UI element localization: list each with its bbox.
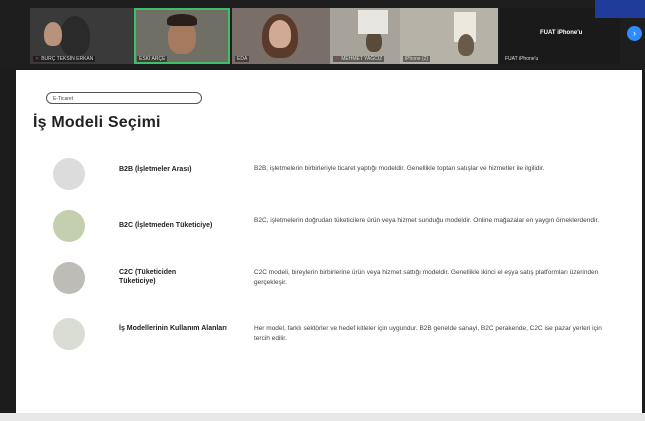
participant-tile-1[interactable]: ✕ BURÇ TEKSİN ERKAN — [30, 8, 134, 64]
list-item: B2C (İşletmeden Tüketiciye) B2C, işletme… — [16, 210, 642, 250]
next-participants-button[interactable]: › — [627, 26, 642, 41]
meeting-window: ✕ BURÇ TEKSİN ERKAN ESKİ ARÇE EDA ✕ MEHMET… — [0, 0, 645, 421]
mic-muted-icon: ✕ — [335, 56, 340, 62]
list-item: B2B (İşletmeler Arası) B2B, işletmelerin… — [16, 158, 642, 198]
page-title: İş Modeli Seçimi — [33, 114, 161, 131]
background-window — [358, 10, 388, 34]
participant-display-name: FUAT iPhone'u — [540, 30, 583, 36]
participant-name: iPhone (2) — [405, 56, 429, 62]
list-item: C2C (Tüketiciden Tüketiciye) C2C modeli,… — [16, 262, 642, 302]
participant-name: BURÇ TEKSİN ERKAN — [41, 56, 94, 62]
item-description: Her model, farklı sektörler ve hedef kit… — [254, 325, 602, 342]
participant-name: EDA — [237, 56, 248, 62]
item-term: İş Modellerinin Kullanım Alanları — [119, 325, 227, 332]
participant-face — [269, 20, 291, 48]
participant-tile-3[interactable]: EDA — [232, 8, 330, 64]
mic-muted-icon: ✕ — [35, 56, 40, 62]
participant-name: FUAT iPhone'u — [505, 56, 539, 62]
participant-name: ESKİ ARÇE — [139, 56, 166, 62]
participant-hair — [167, 14, 197, 26]
participant-strip: ✕ BURÇ TEKSİN ERKAN ESKİ ARÇE EDA ✕ MEHMET… — [0, 0, 645, 68]
participant-video — [60, 16, 90, 56]
chevron-right-icon: › — [633, 28, 636, 38]
item-term: B2B (İşletmeler Arası) — [119, 166, 192, 173]
bottom-bar — [0, 413, 645, 421]
item-bullet-circle — [53, 262, 85, 294]
participant-name: MEHMET YAĞCIZ — [341, 56, 383, 62]
item-term: C2C (Tüketiciden Tüketiciye) — [119, 269, 177, 285]
item-term: B2C (İşletmeden Tüketiciye) — [119, 222, 213, 229]
window-corner-accent — [595, 0, 645, 18]
participant-tile-4[interactable]: ✕ MEHMET YAĞCIZ — [330, 8, 400, 64]
participant-tile-2[interactable]: ESKİ ARÇE — [134, 8, 230, 64]
participant-face — [458, 34, 474, 56]
participant-face — [44, 22, 62, 46]
item-description: B2B, işletmelerin birbirleriyle ticaret … — [254, 165, 545, 172]
list-item: İş Modellerinin Kullanım Alanları Her mo… — [16, 318, 642, 358]
item-bullet-circle — [53, 318, 85, 350]
item-bullet-circle — [53, 158, 85, 190]
breadcrumb: E-Ticaret — [46, 92, 202, 104]
participant-tile-5[interactable]: iPhone (2) — [400, 8, 498, 64]
item-description: B2C, işletmelerin doğrudan tüketicilere … — [254, 217, 600, 224]
item-description: C2C modeli, bireylerin birbirlerine ürün… — [254, 269, 599, 286]
item-bullet-circle — [53, 210, 85, 242]
shared-slide: E-Ticaret İş Modeli Seçimi B2B (İşletmel… — [16, 70, 642, 413]
